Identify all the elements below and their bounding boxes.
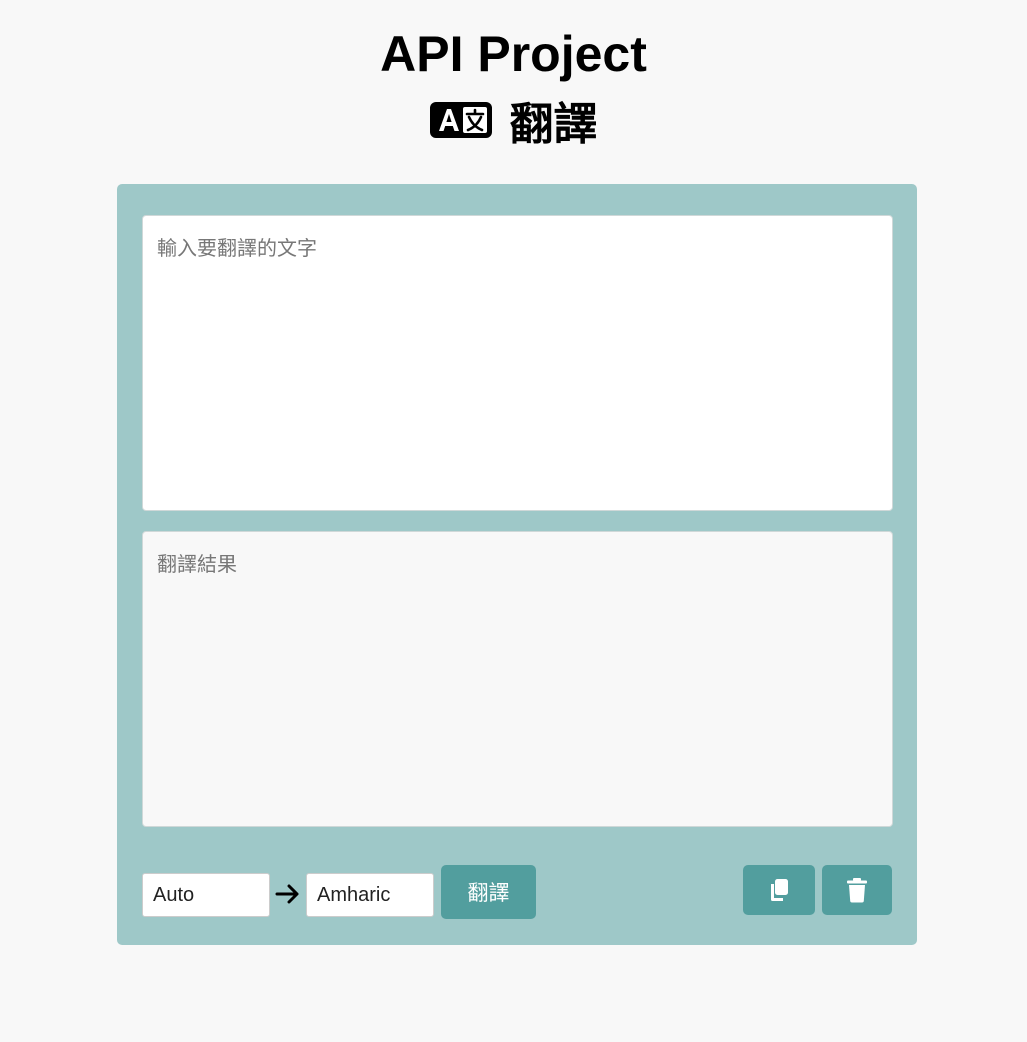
- translate-icon: [429, 100, 494, 140]
- source-text-input[interactable]: [142, 215, 893, 511]
- translate-button[interactable]: 翻譯: [441, 865, 536, 919]
- subtitle-text: 翻譯: [509, 99, 598, 150]
- translator-panel: 翻譯: [117, 184, 917, 945]
- target-language-input[interactable]: [306, 873, 434, 917]
- subtitle: 翻譯: [0, 90, 1027, 150]
- arrow-right-icon: [274, 880, 302, 908]
- trash-icon: [846, 877, 868, 903]
- delete-button[interactable]: [822, 865, 892, 915]
- source-language-input[interactable]: [142, 873, 270, 917]
- page-title: API Project: [380, 26, 647, 82]
- copy-button[interactable]: [743, 865, 815, 915]
- translation-result-output[interactable]: [142, 531, 893, 827]
- copy-icon: [766, 877, 792, 903]
